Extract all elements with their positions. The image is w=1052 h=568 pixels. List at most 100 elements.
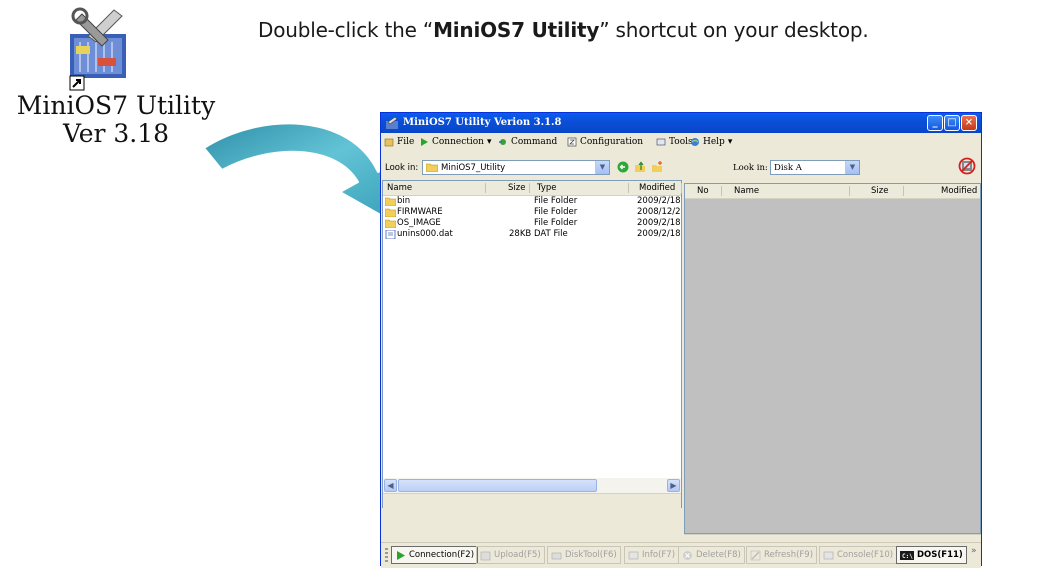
menu-command[interactable]: Command <box>498 137 557 147</box>
dos-button-label: DOS(F11) <box>917 550 963 560</box>
column-name[interactable]: Name <box>734 186 759 196</box>
remote-look-in-label: Look in: <box>733 163 768 173</box>
column-modified[interactable]: Modified <box>941 186 977 196</box>
column-no[interactable]: No <box>697 186 709 196</box>
file-modified: 2009/2/18 <box>637 218 681 228</box>
info-button-label: Info(F7) <box>642 550 676 560</box>
column-modified[interactable]: Modified <box>639 183 675 193</box>
command-icon <box>499 139 506 145</box>
menu-file[interactable]: File <box>384 137 414 147</box>
menu-configuration[interactable]: Configuration <box>567 137 643 147</box>
menu-command-label: Command <box>511 137 558 147</box>
file-row[interactable]: unins000.dat 28KB DAT File 2009/2/18 <box>383 229 681 240</box>
configuration-icon <box>567 137 577 147</box>
column-size[interactable]: Size <box>508 183 525 193</box>
local-look-in-value: MiniOS7_Utility <box>441 163 506 173</box>
file-row[interactable]: bin File Folder 2009/2/18 <box>383 196 681 207</box>
file-row[interactable]: FIRMWARE File Folder 2008/12/26 <box>383 207 681 218</box>
folder-icon <box>385 197 396 206</box>
scroll-right-icon[interactable]: ▶ <box>667 479 680 492</box>
close-button[interactable]: × <box>961 115 977 131</box>
desktop-icon-label: MiniOS7 Utility Ver 3.18 <box>4 92 228 148</box>
file-size: 28KB <box>509 229 532 239</box>
desktop-icon-label-name: MiniOS7 Utility <box>16 91 216 120</box>
app-icon <box>386 116 398 129</box>
disktool-button-label: DiskTool(F6) <box>565 550 617 560</box>
instruction-pre: Double-click the “ <box>258 18 434 42</box>
play-icon <box>397 550 405 560</box>
column-size[interactable]: Size <box>871 186 888 196</box>
maximize-button[interactable]: □ <box>944 115 960 131</box>
window-titlebar[interactable]: MiniOS7 Utility Verion 3.1.8 _ □ × <box>381 113 981 133</box>
menu-configuration-label: Configuration <box>580 137 644 147</box>
toolbar-overflow-chevron-icon[interactable]: » <box>971 546 977 556</box>
instruction-post: ” shortcut on your desktop. <box>599 18 869 42</box>
console-button[interactable]: Console(F10) <box>819 546 898 564</box>
scrollbar-thumb[interactable] <box>398 479 597 492</box>
local-file-list[interactable]: Name Size Type Modified bin File Folder 20… <box>382 180 682 508</box>
column-type[interactable]: Type <box>537 183 557 193</box>
menu-connection[interactable]: Connection ▾ <box>419 137 492 147</box>
file-modified: 2008/12/26 <box>637 207 681 217</box>
up-folder-icon[interactable] <box>634 161 646 173</box>
minimize-button[interactable]: _ <box>927 115 943 131</box>
file-row[interactable]: OS_IMAGE File Folder 2009/2/18 <box>383 218 681 229</box>
svg-text:C:\: C:\ <box>902 553 913 560</box>
disktool-button[interactable]: DiskTool(F6) <box>547 546 621 564</box>
remote-file-list[interactable]: No Name Size Modified <box>684 183 981 534</box>
column-name[interactable]: Name <box>387 183 412 193</box>
remote-look-in-combo[interactable]: Disk A ▼ <box>770 160 860 175</box>
folder-icon <box>385 219 396 228</box>
file-type: File Folder <box>534 218 578 228</box>
file-modified: 2009/2/18 <box>637 196 681 206</box>
chevron-down-icon: ▾ <box>727 137 733 147</box>
menu-file-label: File <box>397 137 415 147</box>
file-name: OS_IMAGE <box>397 218 441 228</box>
miniOS7-utility-shortcut-icon[interactable] <box>68 6 128 92</box>
local-look-in-label: Look in: <box>385 163 419 173</box>
folder-icon <box>385 208 396 217</box>
file-icon <box>385 230 396 239</box>
menu-help-label: Help <box>703 137 725 147</box>
disconnected-icon[interactable] <box>958 157 976 175</box>
bottom-toolbar: Connection(F2) Upload(F5) DiskTool(F6) I… <box>381 542 981 568</box>
window-title: MiniOS7 Utility Verion 3.1.8 <box>403 117 562 128</box>
console-icon <box>823 551 834 559</box>
back-icon[interactable] <box>617 161 629 173</box>
connection-button[interactable]: Connection(F2) <box>391 546 479 564</box>
upload-icon <box>480 551 491 560</box>
file-type: File Folder <box>534 196 578 206</box>
new-folder-icon[interactable] <box>651 161 663 173</box>
instruction-text: Double-click the “MiniOS7 Utility” short… <box>258 18 869 42</box>
toolbar-grip[interactable] <box>385 548 388 563</box>
delete-button[interactable]: Delete(F8) <box>678 546 745 564</box>
local-status-bar <box>383 493 681 508</box>
chevron-down-icon[interactable]: ▼ <box>845 161 859 174</box>
file-name: unins000.dat <box>397 229 453 239</box>
local-horizontal-scrollbar[interactable]: ◀ ▶ <box>383 478 681 493</box>
info-icon <box>628 551 639 559</box>
menu-tools[interactable]: Tools <box>656 137 693 147</box>
file-name: bin <box>397 196 411 206</box>
scroll-left-icon[interactable]: ◀ <box>384 479 397 492</box>
delete-icon <box>683 550 692 560</box>
file-type: File Folder <box>534 207 578 217</box>
miniOS7-utility-window: MiniOS7 Utility Verion 3.1.8 _ □ × File … <box>380 112 982 568</box>
menu-help[interactable]: Help ▾ <box>690 137 732 147</box>
refresh-icon <box>750 550 761 560</box>
remote-pane: Look in: Disk A ▼ No Name Size Modified <box>684 154 981 545</box>
dos-button[interactable]: C:\ DOS(F11) <box>896 546 967 564</box>
connection-button-label: Connection(F2) <box>409 550 475 560</box>
upload-button[interactable]: Upload(F5) <box>476 546 545 564</box>
file-modified: 2009/2/18 <box>637 229 681 239</box>
file-name: FIRMWARE <box>397 207 443 217</box>
menu-connection-label: Connection <box>432 137 484 147</box>
local-look-in-combo[interactable]: MiniOS7_Utility ▼ <box>422 160 610 175</box>
local-look-in-bar: Look in: MiniOS7_Utility ▼ <box>382 154 682 180</box>
remote-look-in-bar: Look in: Disk A ▼ <box>684 154 981 180</box>
info-button[interactable]: Info(F7) <box>624 546 680 564</box>
chevron-down-icon[interactable]: ▼ <box>595 161 609 174</box>
remote-list-header: No Name Size Modified <box>685 184 980 199</box>
menu-bar: File Connection ▾ Command Configuration … <box>381 133 981 153</box>
refresh-button[interactable]: Refresh(F9) <box>746 546 818 564</box>
